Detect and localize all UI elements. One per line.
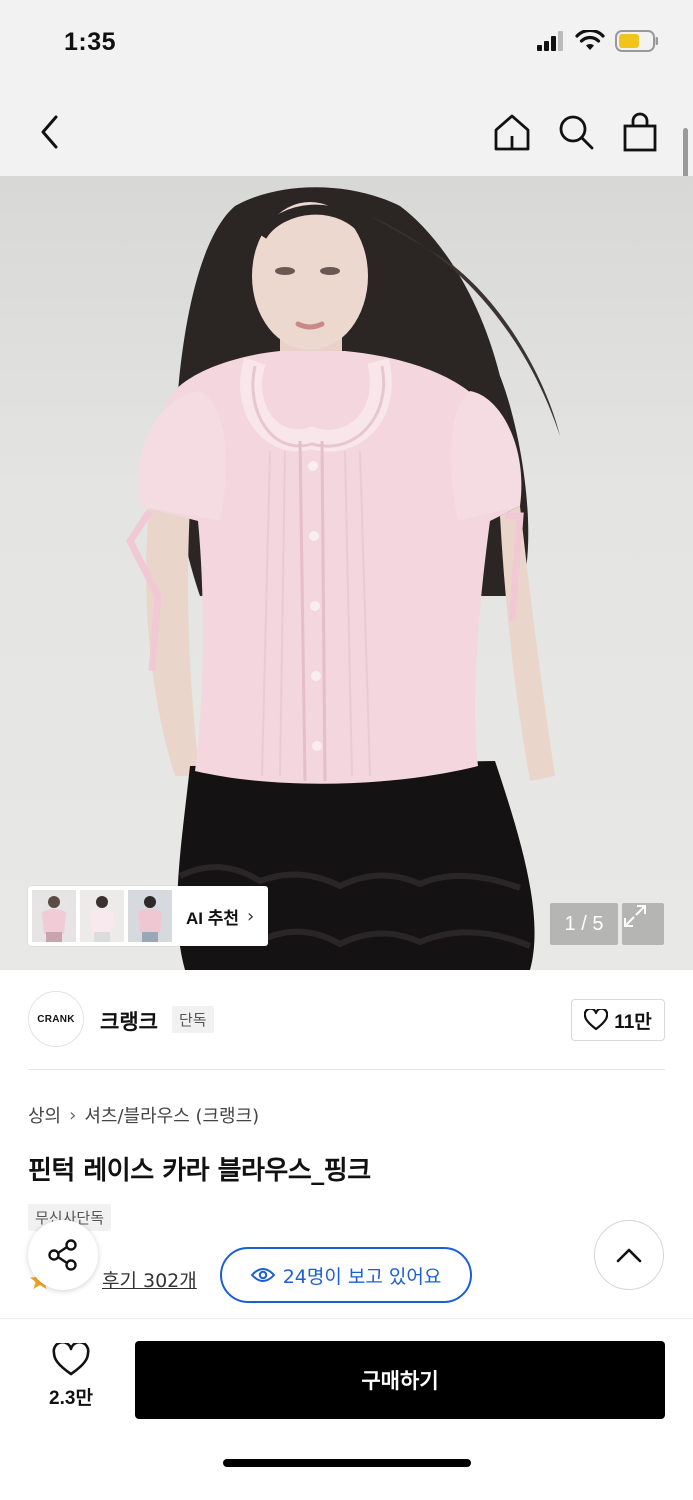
- brand-exclusive-badge: 단독: [172, 1006, 214, 1033]
- signal-icon: [537, 31, 563, 51]
- home-icon: [494, 114, 530, 151]
- status-icons: [537, 30, 659, 52]
- wifi-icon: [575, 30, 605, 50]
- chevron-left-icon: [41, 115, 58, 149]
- search-icon: [559, 115, 594, 150]
- share-button[interactable]: [28, 1220, 98, 1290]
- viewers-text: 24명이 보고 있어요: [282, 1265, 442, 1288]
- brand-like-button[interactable]: 11만: [571, 999, 665, 1041]
- ai-recommend-chip[interactable]: AI 추천 ›: [28, 886, 268, 946]
- viewers-pill: 24명이 보고 있어요: [220, 1247, 472, 1303]
- brand-like-count: 11만: [614, 1011, 652, 1033]
- chevron-right-icon: ›: [247, 905, 255, 927]
- breadcrumb-category[interactable]: 상의: [28, 1102, 61, 1128]
- image-page-counter: 1 / 5: [550, 903, 618, 945]
- product-title: 핀턱 레이스 카라 블라우스_핑크: [28, 1156, 371, 1186]
- battery-icon: [615, 30, 658, 52]
- product-image-gallery[interactable]: AI 추천 › 1 / 5: [0, 176, 693, 970]
- wishlist-count: 2.3만: [49, 1388, 93, 1409]
- breadcrumb-subcategory[interactable]: 셔츠/블라우스 (크랭크): [84, 1102, 259, 1128]
- brand-logo[interactable]: CRANK: [28, 991, 84, 1047]
- top-nav: [0, 88, 693, 246]
- back-button[interactable]: [26, 108, 74, 156]
- heart-icon: [52, 1343, 90, 1376]
- divider: [28, 1069, 665, 1070]
- expand-image-button[interactable]: [622, 903, 664, 945]
- ai-thumbnail-1: [32, 890, 76, 942]
- review-count-link[interactable]: 후기 302개: [102, 1266, 197, 1293]
- ai-thumbnail-2: [80, 890, 124, 942]
- bottom-purchase-bar: 2.3만 구매하기: [0, 1318, 693, 1500]
- buy-button[interactable]: 구매하기: [135, 1341, 665, 1419]
- brand-name[interactable]: 크랭크: [100, 1006, 158, 1036]
- heart-icon: [584, 1009, 609, 1031]
- brand-row: CRANK 크랭크 단독 11만: [28, 990, 665, 1050]
- status-time: 1:35: [64, 28, 117, 56]
- shopping-bag-icon: [623, 112, 657, 152]
- share-icon: [48, 1239, 77, 1271]
- breadcrumb-separator-icon: ›: [69, 1104, 77, 1126]
- expand-icon: [624, 905, 646, 927]
- status-bar: 1:35: [0, 0, 693, 88]
- cart-button[interactable]: [616, 108, 664, 156]
- search-button[interactable]: [552, 108, 600, 156]
- ai-recommend-label: AI 추천: [186, 908, 240, 928]
- home-indicator: [223, 1459, 471, 1467]
- scroll-to-top-button[interactable]: [594, 1220, 664, 1290]
- home-button[interactable]: [488, 108, 536, 156]
- ai-thumbnail-3: [128, 890, 172, 942]
- wishlist-button[interactable]: 2.3만: [30, 1343, 112, 1419]
- chevron-up-icon: [616, 1248, 642, 1263]
- breadcrumb: 상의 › 셔츠/블라우스 (크랭크): [28, 1102, 259, 1128]
- product-photo: [125, 187, 560, 970]
- eye-icon: [250, 1268, 275, 1282]
